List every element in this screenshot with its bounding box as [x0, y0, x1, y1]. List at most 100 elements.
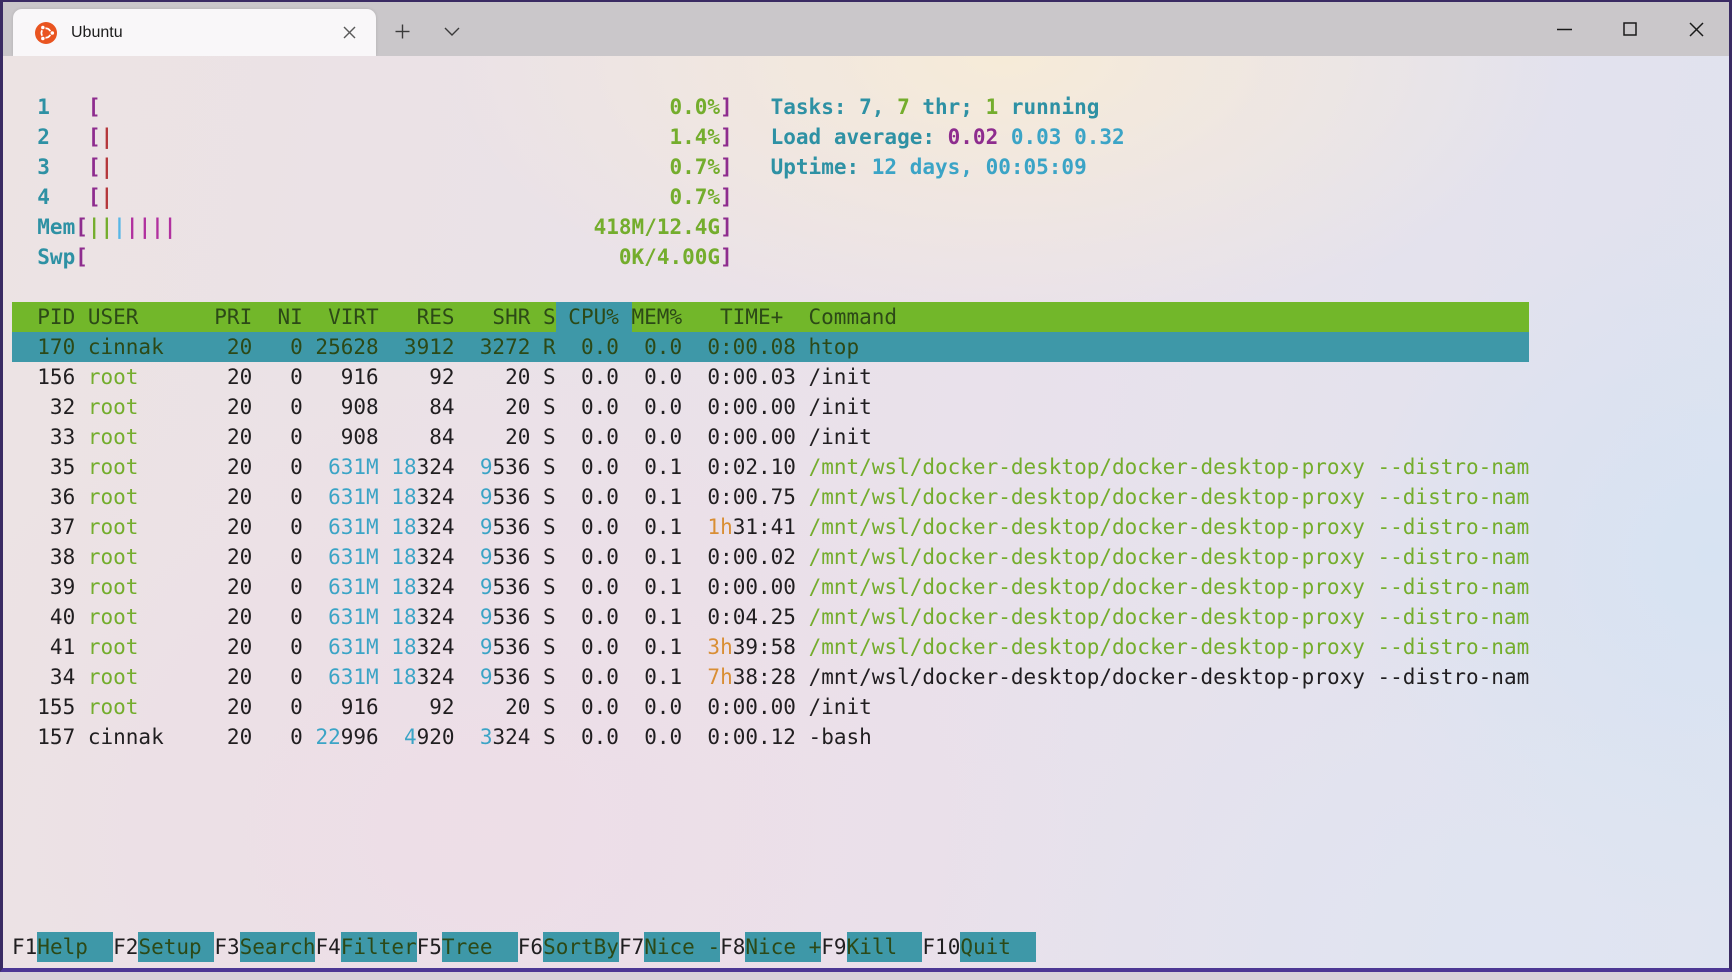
text-segment: 324	[417, 662, 480, 692]
process-row-pid-157[interactable]: 157 cinnak 20 0 22996 4920 3324 S 0.0 0.…	[12, 722, 1729, 752]
text-segment: 324	[417, 632, 480, 662]
terminal-screen[interactable]: 1 [ 0.0%] Tasks: 7, 7 thr; 1 running 2 […	[3, 56, 1729, 968]
text-segment: 12 days, 00:05:09	[872, 152, 1087, 182]
text-segment: root	[88, 512, 139, 542]
text-segment: 9	[480, 632, 493, 662]
text-segment: 9	[480, 482, 493, 512]
process-row-pid-39[interactable]: 39 root 20 0 631M 18324 9536 S 0.0 0.1 0…	[12, 572, 1729, 602]
text-segment: Tasks: 7,	[733, 92, 897, 122]
process-row-pid-37[interactable]: 37 root 20 0 631M 18324 9536 S 0.0 0.1 1…	[12, 512, 1729, 542]
text-segment: 38:28 /mnt/wsl/docker-desktop/docker-des…	[733, 662, 1530, 692]
text-segment: 1h	[695, 512, 733, 542]
text-segment: [	[88, 182, 101, 212]
title-bar: Ubuntu	[3, 2, 1729, 56]
text-segment: 536 S 0.0 0.1	[492, 662, 694, 692]
maximize-icon	[1623, 22, 1637, 36]
process-row-pid-36[interactable]: 36 root 20 0 631M 18324 9536 S 0.0 0.1 0…	[12, 482, 1729, 512]
text-segment[interactable]: CPU%	[556, 302, 632, 332]
meter-cpu-3: 3 [| 0.7%] Uptime: 12 days, 00:05:09	[12, 152, 1729, 182]
text-segment: |	[101, 152, 114, 182]
text-segment: /mnt/wsl/docker-desktop/docker-desktop-p…	[809, 512, 1530, 542]
text-segment: root	[88, 572, 139, 602]
process-row-pid-33[interactable]: 33 root 20 0 908 84 20 S 0.0 0.0 0:00.00…	[12, 422, 1729, 452]
window-close-button[interactable]	[1663, 2, 1729, 56]
text-segment: 4	[404, 722, 417, 752]
process-row-pid-41[interactable]: 41 root 20 0 631M 18324 9536 S 0.0 0.1 3…	[12, 632, 1729, 662]
text-segment: root	[88, 542, 139, 572]
fkey-label[interactable]: Nice +	[745, 932, 821, 962]
process-row-pid-34[interactable]: 34 root 20 0 631M 18324 9536 S 0.0 0.1 7…	[12, 662, 1729, 692]
text-segment: 35	[12, 452, 88, 482]
process-row-pid-35[interactable]: 35 root 20 0 631M 18324 9536 S 0.0 0.1 0…	[12, 452, 1729, 482]
text-segment: 3	[480, 722, 493, 752]
text-segment: root	[88, 452, 139, 482]
fkey-label[interactable]: Quit	[960, 932, 1036, 962]
fkey-label[interactable]: Setup	[138, 932, 214, 962]
text-segment: PID USER PRI NI VIRT RES SHR S	[12, 302, 556, 332]
terminal-blank-line	[12, 872, 1729, 902]
text-segment: 324	[417, 452, 480, 482]
text-segment: 324	[417, 542, 480, 572]
text-segment: 20 0	[138, 452, 315, 482]
process-row-pid-155[interactable]: 155 root 20 0 916 92 20 S 0.0 0.0 0:00.0…	[12, 692, 1729, 722]
tab-close-icon[interactable]	[334, 18, 364, 48]
text-segment: 20 0 916 92 20 S 0.0 0.0 0:00.00 /init	[138, 692, 871, 722]
text-segment: 0K/4.00G	[88, 242, 720, 272]
text-segment: 9	[480, 452, 493, 482]
text-segment: 631M 18	[315, 602, 416, 632]
fkey-label[interactable]: Search	[240, 932, 316, 962]
text-segment: root	[88, 662, 139, 692]
text-segment: 9	[480, 572, 493, 602]
text-segment: root	[88, 632, 139, 662]
text-segment: 38	[12, 542, 88, 572]
minimize-button[interactable]	[1531, 2, 1597, 56]
text-segment: 9	[480, 662, 493, 692]
maximize-button[interactable]	[1597, 2, 1663, 56]
text-segment: Mem	[12, 212, 75, 242]
tab-ubuntu[interactable]: Ubuntu	[13, 9, 376, 56]
text-segment: 996	[341, 722, 404, 752]
tab-dropdown-button[interactable]	[435, 14, 469, 48]
text-segment: 20 0 908 84 20 S 0.0 0.0 0:00.00 /init	[138, 392, 871, 422]
fkey-label[interactable]: Nice -	[644, 932, 720, 962]
text-segment: [	[75, 242, 88, 272]
text-segment: root	[88, 392, 139, 422]
text-segment: 631M 18	[315, 572, 416, 602]
terminal-blank-line	[12, 752, 1729, 782]
meter-swap: Swp[ 0K/4.00G]	[12, 242, 1729, 272]
text-segment: /mnt/wsl/docker-desktop/docker-desktop-p…	[809, 572, 1530, 602]
process-row-pid-170-selected[interactable]: 170 cinnak 20 0 25628 3912 3272 R 0.0 0.…	[12, 332, 1529, 362]
text-segment: 20 0	[138, 512, 315, 542]
text-segment: 32	[12, 392, 88, 422]
text-segment: 631M 18	[315, 452, 416, 482]
text-segment: [	[75, 212, 88, 242]
new-tab-button[interactable]	[385, 14, 419, 48]
text-segment: /mnt/wsl/docker-desktop/docker-desktop-p…	[809, 542, 1530, 572]
function-key-bar[interactable]: F1Help F2Setup F3SearchF4FilterF5Tree F6…	[12, 932, 1729, 962]
text-segment: [	[88, 152, 101, 182]
meter-cpu-1: 1 [ 0.0%] Tasks: 7, 7 thr; 1 running	[12, 92, 1729, 122]
process-row-pid-32[interactable]: 32 root 20 0 908 84 20 S 0.0 0.0 0:00.00…	[12, 392, 1729, 422]
terminal-blank-line	[12, 902, 1729, 932]
text-segment: 0.7%	[113, 182, 720, 212]
fkey-label[interactable]: Kill	[847, 932, 923, 962]
text-segment: 40	[12, 602, 88, 632]
text-segment: root	[88, 482, 139, 512]
process-row-pid-38[interactable]: 38 root 20 0 631M 18324 9536 S 0.0 0.1 0…	[12, 542, 1729, 572]
fkey-label[interactable]: SortBy	[543, 932, 619, 962]
text-segment: /mnt/wsl/docker-desktop/docker-desktop-p…	[809, 482, 1530, 512]
process-table-header[interactable]: PID USER PRI NI VIRT RES SHR S CPU% MEM%…	[12, 302, 1529, 332]
process-row-pid-156[interactable]: 156 root 20 0 916 92 20 S 0.0 0.0 0:00.0…	[12, 362, 1729, 392]
text-segment: 31:41	[733, 512, 809, 542]
fkey-label[interactable]: Tree	[442, 932, 518, 962]
text-segment: ]	[720, 182, 733, 212]
text-segment: F9	[821, 932, 846, 962]
text-segment: 536 S 0.0 0.1	[492, 632, 694, 662]
fkey-label[interactable]: Filter	[341, 932, 417, 962]
process-row-pid-40[interactable]: 40 root 20 0 631M 18324 9536 S 0.0 0.1 0…	[12, 602, 1729, 632]
text-segment: F3	[214, 932, 239, 962]
text-segment: 2	[12, 122, 88, 152]
fkey-label[interactable]: Help	[37, 932, 113, 962]
text-segment: 36	[12, 482, 88, 512]
text-segment: 536 S 0.0 0.1 0:00.75	[492, 482, 808, 512]
